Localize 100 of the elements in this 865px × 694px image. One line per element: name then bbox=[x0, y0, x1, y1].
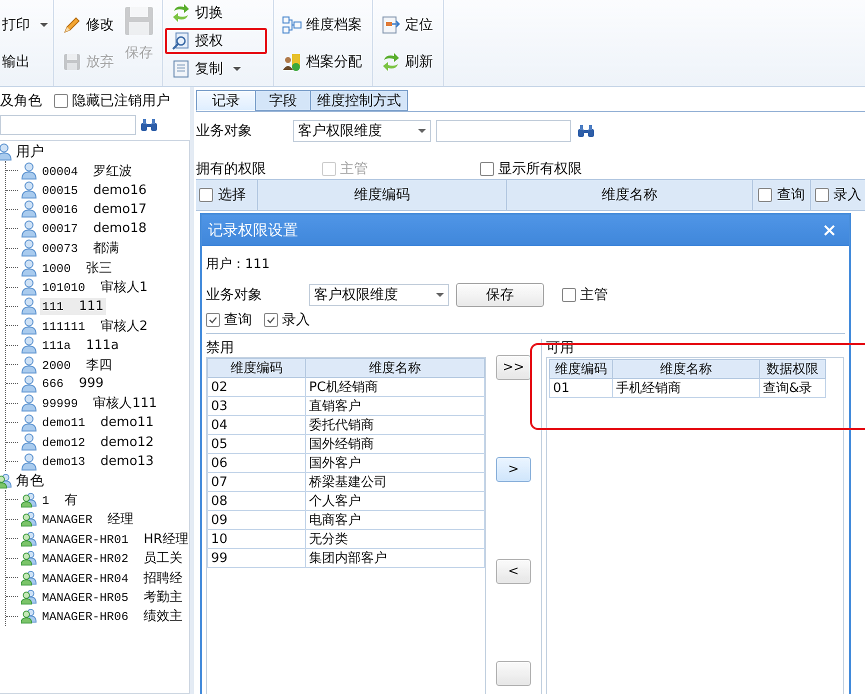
user-icon bbox=[21, 356, 37, 374]
table-cell: 国外经销商 bbox=[306, 434, 484, 454]
column-header[interactable]: 维度名称 bbox=[507, 180, 753, 210]
move-button[interactable]: > bbox=[496, 457, 531, 482]
column-header[interactable]: 维度名称 bbox=[612, 360, 760, 378]
user-icon bbox=[21, 316, 37, 335]
tree-item[interactable]: 00004 罗红波 bbox=[40, 160, 134, 181]
table-cell: 07 bbox=[208, 472, 306, 492]
toolbar-button[interactable]: 维度档案 bbox=[280, 12, 366, 36]
table-cell: 05 bbox=[208, 434, 306, 454]
tree-item[interactable]: 666 999 bbox=[40, 375, 106, 392]
tree-item[interactable]: 111 111 bbox=[40, 298, 106, 315]
users-icon bbox=[21, 568, 37, 586]
move-button[interactable]: >> bbox=[496, 355, 531, 380]
user-icon bbox=[21, 433, 37, 452]
toolbar-button[interactable]: 切换 bbox=[169, 2, 267, 24]
tree-group-label[interactable]: 用户 bbox=[16, 142, 44, 160]
toolbar-button[interactable]: 复制 bbox=[169, 58, 267, 80]
table-cell: 04 bbox=[208, 416, 306, 434]
column-header[interactable]: 选择 bbox=[196, 180, 258, 210]
column-header[interactable]: 查询 bbox=[753, 180, 811, 210]
floppy-icon bbox=[124, 6, 154, 36]
tree-item[interactable]: demo13 demo13 bbox=[40, 453, 156, 470]
input-field[interactable] bbox=[436, 120, 571, 142]
table-cell: 查询&录 bbox=[760, 378, 826, 398]
dropdown[interactable]: 客户权限维度 bbox=[293, 120, 431, 142]
checkbox[interactable] bbox=[264, 313, 278, 327]
toolbar-button[interactable]: 档案分配 bbox=[280, 50, 366, 74]
table-cell: 电商客户 bbox=[306, 510, 484, 530]
toolbar-button[interactable]: 刷新 bbox=[379, 50, 437, 74]
checkbox[interactable] bbox=[562, 288, 576, 302]
toolbar-button[interactable]: 修改 bbox=[60, 12, 118, 36]
tree-item[interactable]: 2000 李四 bbox=[40, 354, 114, 375]
search-field[interactable] bbox=[0, 115, 136, 135]
tree-item[interactable]: 111a 111a bbox=[40, 336, 121, 354]
show-all-checkbox[interactable]: 显示所有权限 bbox=[480, 160, 582, 178]
field-label: 业务对象 bbox=[196, 122, 253, 140]
users-icon bbox=[21, 549, 37, 568]
tree-item[interactable]: demo11 demo11 bbox=[40, 414, 156, 432]
tab[interactable]: 字段 bbox=[255, 90, 311, 111]
tab[interactable]: 维度控制方式 bbox=[310, 90, 408, 111]
toolbar-button[interactable]: 输出 bbox=[0, 50, 52, 72]
permission-checkbox[interactable]: 录入 bbox=[264, 311, 310, 329]
tree-item[interactable]: MANAGER-HR02 员工关 bbox=[40, 548, 185, 568]
checkbox[interactable] bbox=[206, 313, 220, 327]
tree-item[interactable]: 1 有 bbox=[40, 490, 80, 510]
checkbox[interactable] bbox=[480, 162, 494, 176]
tree-item[interactable]: MANAGER-HR06 绩效主 bbox=[40, 606, 185, 626]
tree-item[interactable]: 101010 审核人1 bbox=[40, 277, 150, 298]
column-header[interactable]: 维度名称 bbox=[306, 358, 484, 378]
tree-item[interactable]: 00017 demo18 bbox=[40, 220, 149, 238]
checkbox[interactable] bbox=[758, 188, 772, 202]
tree-group-label[interactable]: 角色 bbox=[16, 472, 44, 490]
user-icon bbox=[21, 374, 37, 393]
tree-item[interactable]: MANAGER-HR04 招聘经 bbox=[40, 568, 185, 588]
table-cell: 06 bbox=[208, 454, 306, 472]
column-header[interactable]: 维度编码 bbox=[550, 360, 612, 378]
hide-cancelled-checkbox[interactable]: 隐藏已注销用户 bbox=[54, 92, 170, 110]
user-icon bbox=[21, 336, 37, 354]
checkbox[interactable] bbox=[54, 94, 68, 108]
move-button[interactable]: < bbox=[496, 559, 531, 584]
checkbox[interactable] bbox=[199, 188, 213, 202]
user-icon bbox=[21, 394, 37, 412]
checkbox[interactable] bbox=[814, 188, 828, 202]
tree-item[interactable]: MANAGER-HR01 HR经理 bbox=[40, 528, 190, 549]
column-header[interactable]: 数据权限 bbox=[760, 360, 826, 378]
tree-item[interactable]: MANAGER-HR05 考勤主 bbox=[40, 586, 185, 607]
permission-checkbox[interactable]: 查询 bbox=[206, 311, 252, 329]
column-header[interactable]: 维度编码 bbox=[208, 358, 306, 378]
toolbar-button[interactable]: 授权 bbox=[165, 28, 267, 54]
toolbar-button[interactable]: 打印 bbox=[0, 14, 52, 36]
tab[interactable]: 记录 bbox=[196, 90, 256, 111]
dropdown[interactable]: 客户权限维度 bbox=[309, 284, 449, 306]
column-header[interactable]: 录入 bbox=[811, 180, 865, 210]
users-icon bbox=[21, 530, 37, 548]
tree-item[interactable]: 99999 审核人111 bbox=[40, 393, 160, 414]
field-label: 业务对象 bbox=[206, 286, 263, 304]
tree-item[interactable]: 00016 demo17 bbox=[40, 200, 149, 218]
tree-item[interactable]: 111111 审核人2 bbox=[40, 316, 150, 336]
users-icon bbox=[0, 472, 12, 490]
move-button[interactable] bbox=[496, 661, 531, 686]
supervisor-checkbox[interactable]: 主管 bbox=[562, 286, 608, 304]
tree-item[interactable]: 00073 都满 bbox=[40, 238, 122, 258]
column-header[interactable]: 维度编码 bbox=[258, 180, 507, 210]
user-icon bbox=[21, 162, 37, 180]
caret-icon bbox=[436, 293, 444, 297]
save-button[interactable]: 保存 bbox=[456, 283, 544, 307]
toolbar-button[interactable]: 定位 bbox=[379, 12, 437, 36]
document-icon bbox=[171, 31, 191, 51]
users-icon bbox=[21, 588, 37, 606]
tree-item[interactable]: 00015 demo16 bbox=[40, 182, 149, 199]
search-icon[interactable] bbox=[140, 118, 158, 132]
search-icon[interactable] bbox=[577, 124, 595, 138]
tree-item[interactable]: demo12 demo12 bbox=[40, 434, 156, 451]
section-label: 拥有的权限 bbox=[196, 160, 267, 178]
tree-item[interactable]: 1000 张三 bbox=[40, 258, 114, 278]
tree-item[interactable]: MANAGER 经理 bbox=[40, 509, 136, 530]
panel-title: 及角色 bbox=[0, 92, 42, 110]
pencil-icon bbox=[62, 14, 82, 34]
dialog-title: 记录权限设置 bbox=[208, 221, 298, 240]
